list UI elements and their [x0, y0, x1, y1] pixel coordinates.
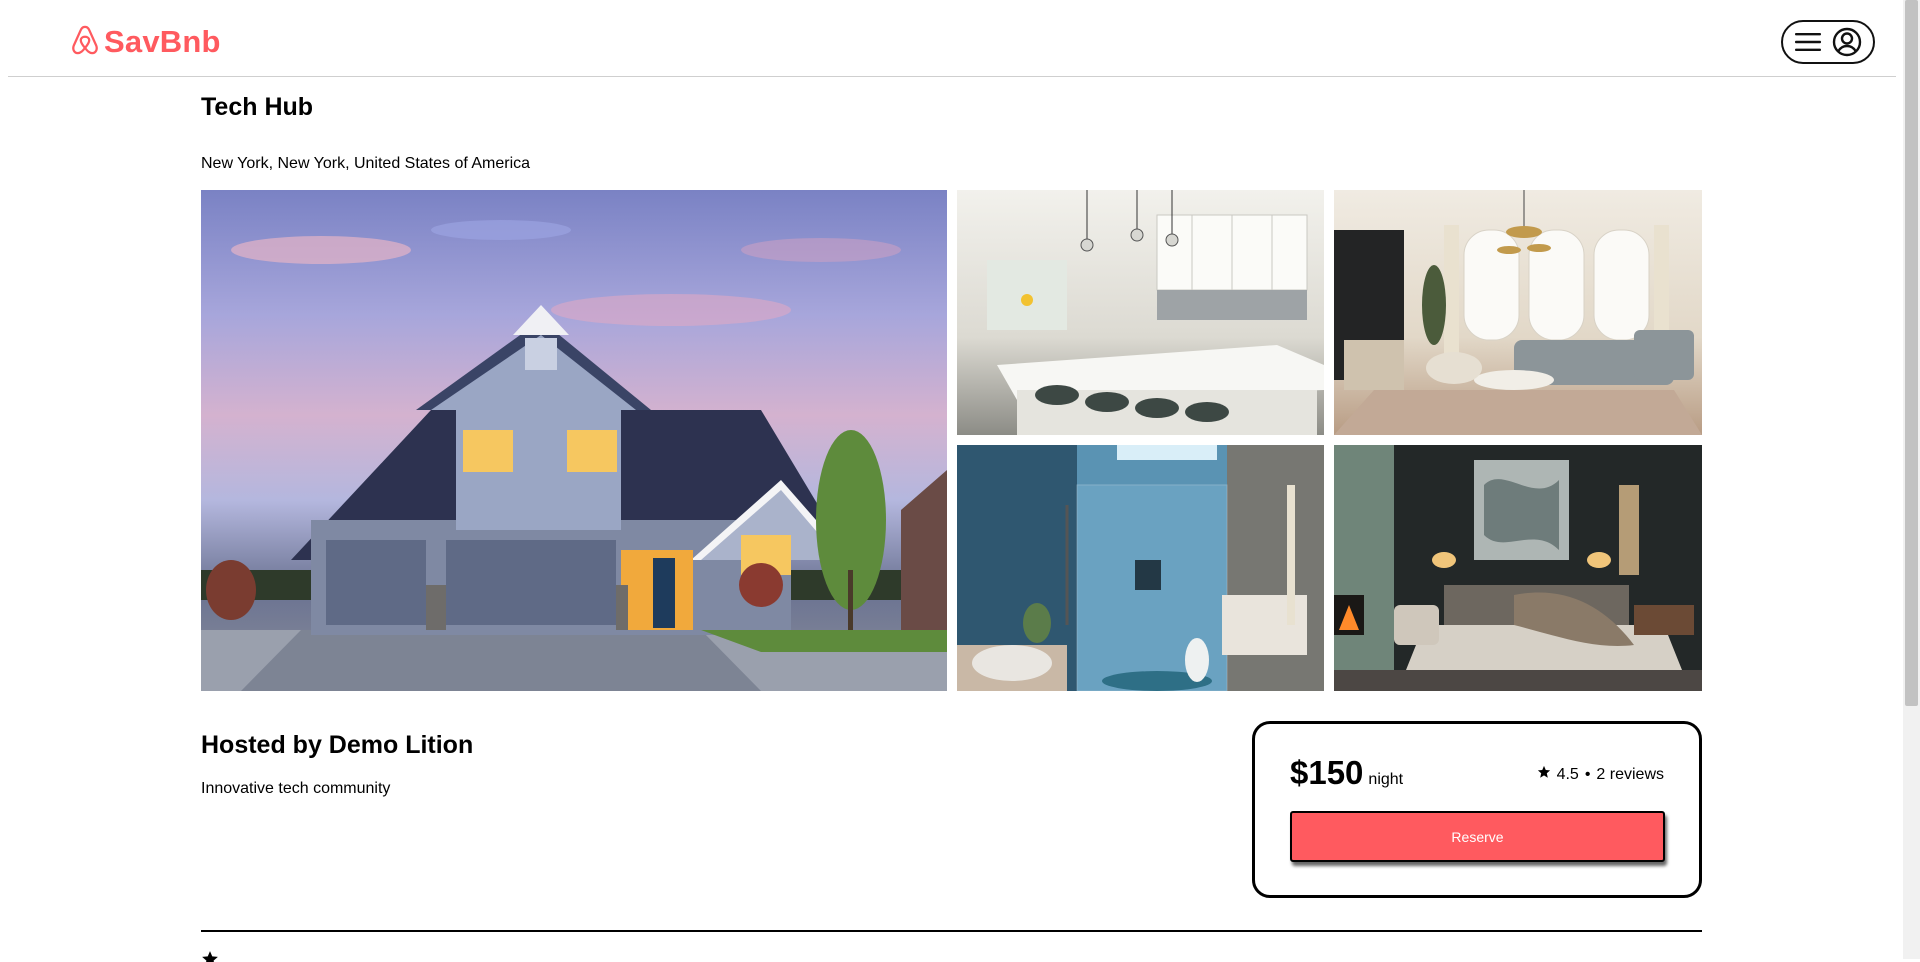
bedroom-photo[interactable] [1334, 445, 1702, 691]
brand-logo[interactable]: SavBnb [70, 22, 221, 62]
rating-separator: • [1584, 765, 1591, 783]
living-room-photo[interactable] [1334, 190, 1702, 435]
airbnb-logo-icon [70, 24, 100, 61]
listing-description: Innovative tech community [201, 780, 391, 797]
price-unit: night [1368, 771, 1404, 788]
listing-title: Tech Hub [201, 93, 314, 121]
hamburger-icon [1794, 31, 1822, 53]
brand-name: SavBnb [104, 24, 221, 59]
star-icon [201, 950, 219, 962]
listing-location: New York, New York, United States of Ame… [201, 155, 531, 172]
reserve-button[interactable]: Reserve [1290, 811, 1665, 862]
user-circle-icon [1832, 27, 1862, 57]
house-exterior-photo[interactable] [201, 190, 947, 691]
review-count[interactable]: 2 reviews [1596, 766, 1664, 784]
price-display: $150 night [1290, 754, 1403, 792]
page-scrollbar[interactable] [1903, 0, 1920, 959]
rating-value: 4.5 [1556, 765, 1579, 783]
booking-card: $150 night 4.5 • 2 reviews Reserve [1252, 721, 1702, 898]
rating-summary: 4.5 • 2 reviews [1537, 765, 1664, 784]
scrollbar-thumb[interactable] [1905, 0, 1918, 706]
kitchen-photo[interactable] [957, 190, 1324, 435]
user-menu-button[interactable] [1781, 20, 1875, 64]
bathroom-photo[interactable] [957, 445, 1324, 691]
price-amount: $150 [1290, 754, 1364, 791]
top-navbar: SavBnb [8, 0, 1896, 77]
star-icon [1537, 765, 1551, 784]
section-divider [201, 930, 1702, 932]
host-heading: Hosted by Demo Lition [201, 731, 474, 759]
